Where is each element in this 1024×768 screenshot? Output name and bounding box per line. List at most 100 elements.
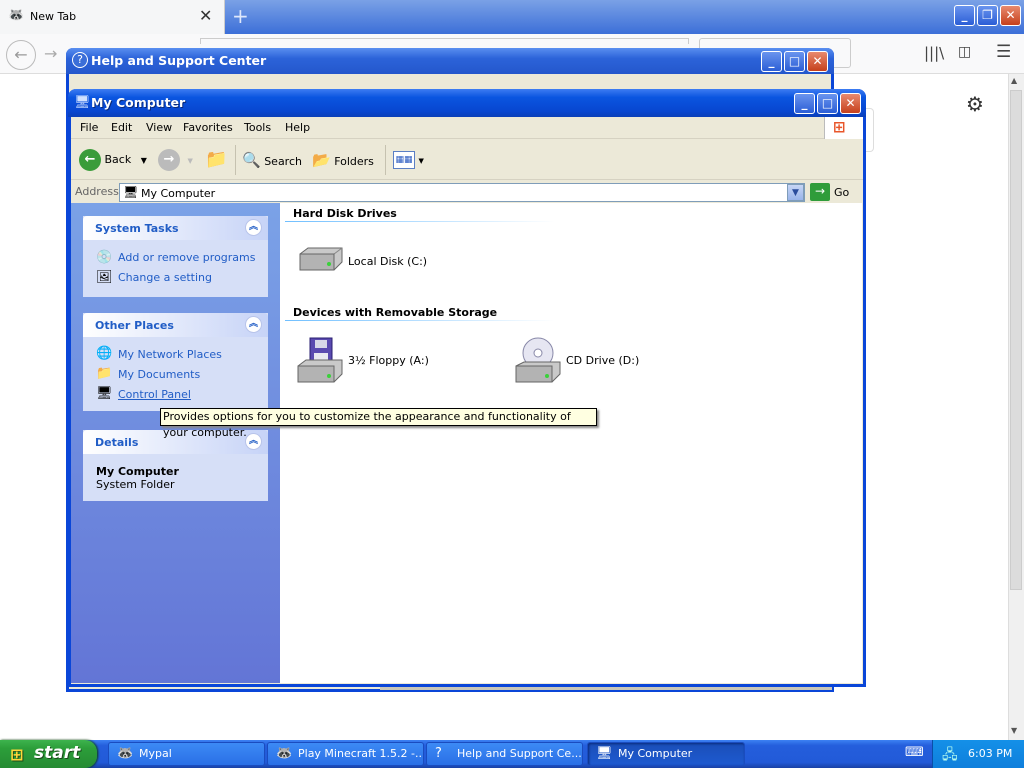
collapse-chevron-icon[interactable]: ︽ — [245, 219, 262, 236]
collapse-chevron-icon[interactable]: ︽ — [245, 433, 262, 450]
system-tasks-title: System Tasks — [95, 222, 179, 235]
computer-icon: 🖥 — [74, 95, 91, 110]
help-window-title: Help and Support Center — [91, 53, 267, 68]
local-disk-item[interactable] — [296, 246, 344, 274]
group-divider — [285, 320, 555, 321]
up-folder-button[interactable]: 📁 — [205, 149, 227, 171]
address-input[interactable]: 🖥 My Computer — [119, 183, 805, 202]
browser-forward-button[interactable]: → — [44, 44, 57, 63]
menu-view[interactable]: View — [146, 121, 172, 134]
cd-drive-item[interactable] — [514, 336, 562, 384]
browser-tab-new-tab[interactable]: 🦝 New Tab ✕ — [0, 0, 225, 34]
tab-favicon-icon: 🦝 — [8, 8, 25, 23]
mypal-icon: 🦝 — [276, 746, 293, 761]
add-remove-programs-link[interactable]: Add or remove programs — [118, 251, 256, 264]
collapse-chevron-icon[interactable]: ︽ — [245, 316, 262, 333]
cd-drive-label[interactable]: CD Drive (D:) — [566, 354, 639, 367]
newtab-settings-gear-icon[interactable]: ⚙ — [966, 92, 984, 116]
hard-disk-icon — [299, 247, 343, 271]
system-tasks-header[interactable]: System Tasks ︽ — [83, 216, 268, 240]
local-disk-label[interactable]: Local Disk (C:) — [348, 255, 427, 268]
details-title: Details — [95, 436, 139, 449]
sidebar-icon[interactable]: ◫ — [958, 44, 971, 60]
help-minimize-button[interactable]: _ — [761, 51, 782, 72]
browser-maximize-button[interactable]: ❐ — [977, 5, 998, 26]
help-icon: ? — [435, 746, 442, 761]
control-panel-link[interactable]: Control Panel — [118, 388, 191, 401]
control-panel-icon: 🖥 — [96, 386, 113, 401]
taskbar-item-my-computer[interactable]: 🖥 My Computer — [587, 742, 745, 766]
menu-tools[interactable]: Tools — [244, 121, 271, 134]
minimize-button[interactable]: _ — [794, 93, 815, 114]
start-button[interactable]: ⊞ start — [0, 740, 97, 768]
folders-button[interactable]: 📂 Folders — [312, 149, 374, 171]
forward-arrow-icon: → — [158, 149, 180, 171]
other-places-header[interactable]: Other Places ︽ — [83, 313, 268, 337]
back-button[interactable]: ← Back ▼ — [79, 149, 147, 171]
floppy-label[interactable]: 3½ Floppy (A:) — [348, 354, 429, 367]
new-tab-button[interactable]: + — [232, 4, 249, 28]
tab-close-icon[interactable]: ✕ — [199, 6, 212, 25]
floppy-drive-item[interactable] — [296, 336, 344, 384]
help-close-button[interactable]: ✕ — [807, 51, 828, 72]
group-divider — [285, 221, 555, 222]
taskbar-item-minecraft[interactable]: 🦝 Play Minecraft 1.5.2 -... — [267, 742, 424, 766]
views-icon: ▦▦ — [393, 151, 415, 169]
maximize-button[interactable]: □ — [817, 93, 838, 114]
help-icon: ? — [72, 52, 88, 68]
taskbar-item-help[interactable]: ? Help and Support Ce... — [426, 742, 583, 766]
taskbar-item-label: My Computer — [618, 747, 693, 760]
hamburger-menu-icon[interactable]: ☰ — [996, 42, 1011, 62]
close-button[interactable]: ✕ — [840, 93, 861, 114]
browser-minimize-button[interactable]: _ — [954, 5, 975, 26]
toolbar-separator — [385, 145, 386, 175]
taskbar-item-mypal[interactable]: 🦝 Mypal — [108, 742, 265, 766]
network-icon[interactable]: 🖧 — [942, 744, 958, 768]
my-documents-icon: 📁 — [96, 366, 113, 381]
go-arrow-icon[interactable]: → — [810, 183, 830, 201]
folders-icon: 📂 — [312, 151, 331, 169]
browser-url-bar[interactable] — [200, 38, 689, 44]
scroll-down-arrow-icon[interactable]: ▼ — [1011, 726, 1017, 735]
tab-title: New Tab — [30, 10, 77, 23]
other-places-title: Other Places — [95, 319, 174, 332]
browser-scrollbar-thumb[interactable] — [1010, 90, 1022, 590]
menu-favorites[interactable]: Favorites — [183, 121, 233, 134]
search-button[interactable]: 🔍 Search — [242, 149, 302, 171]
menu-help[interactable]: Help — [285, 121, 310, 134]
system-tasks-panel: System Tasks ︽ 💿 Add or remove programs … — [83, 216, 268, 297]
start-label: start — [34, 743, 81, 763]
clock[interactable]: 6:03 PM — [968, 747, 1012, 760]
keyboard-icon[interactable]: ⌨ — [905, 745, 924, 760]
views-dropdown-icon: ▼ — [418, 157, 424, 165]
my-computer-titlebar[interactable]: 🖥 My Computer — [68, 89, 866, 117]
change-setting-link[interactable]: Change a setting — [118, 271, 212, 284]
scroll-up-arrow-icon[interactable]: ▲ — [1011, 76, 1017, 85]
help-window-titlebar[interactable]: ? Help and Support Center — [66, 48, 834, 74]
browser-back-button[interactable]: ← — [6, 40, 36, 70]
taskbar-item-label: Mypal — [139, 747, 172, 760]
back-dropdown-icon[interactable]: ▼ — [141, 156, 147, 165]
my-documents-link[interactable]: My Documents — [118, 368, 200, 381]
my-network-places-link[interactable]: My Network Places — [118, 348, 222, 361]
add-remove-programs-icon: 💿 — [96, 250, 113, 265]
group-hard-disk-drives: Hard Disk Drives — [293, 207, 397, 220]
help-maximize-button[interactable]: □ — [784, 51, 805, 72]
folders-label: Folders — [334, 155, 374, 168]
details-type: System Folder — [96, 478, 175, 491]
network-places-icon: 🌐 — [96, 346, 113, 361]
help-toolbar — [69, 74, 831, 89]
menu-file[interactable]: File — [80, 121, 98, 134]
forward-button[interactable]: → ▼ — [158, 149, 193, 171]
window-title: My Computer — [91, 95, 186, 110]
windows-flag-icon: ⊞ — [10, 745, 24, 764]
library-icon[interactable]: |||\ — [924, 44, 944, 62]
address-dropdown-button[interactable]: ▼ — [787, 184, 804, 201]
menu-edit[interactable]: Edit — [111, 121, 132, 134]
browser-close-button[interactable]: ✕ — [1000, 5, 1021, 26]
group-removable-storage: Devices with Removable Storage — [293, 306, 498, 319]
go-button[interactable]: Go — [834, 186, 849, 199]
taskbar-item-label: Help and Support Ce... — [457, 747, 582, 760]
views-button[interactable]: ▦▦ ▼ — [393, 149, 424, 171]
forward-dropdown-icon[interactable]: ▼ — [188, 157, 193, 165]
